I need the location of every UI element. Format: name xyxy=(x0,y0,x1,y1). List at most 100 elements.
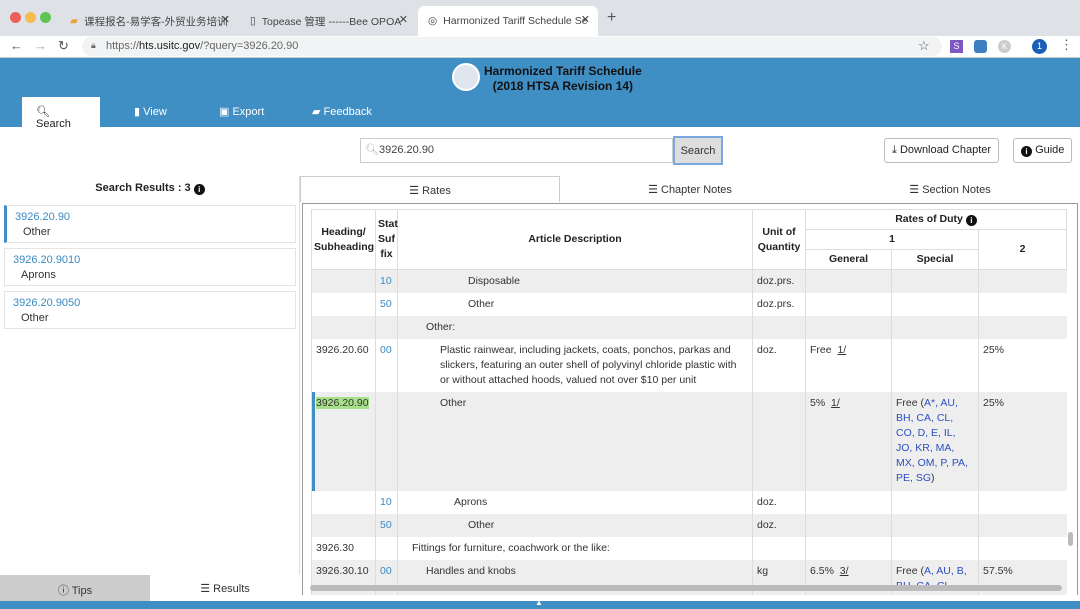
search-button[interactable]: Search xyxy=(673,136,723,165)
reload-icon[interactable]: ↻ xyxy=(58,38,69,54)
stat-suffix-cell[interactable]: 10 xyxy=(375,269,398,293)
heading-cell xyxy=(311,491,376,514)
browser-tab[interactable]: ▯ Topease 管理 ------Bee OPOA ✕ xyxy=(240,6,416,36)
stat-suffix-cell[interactable] xyxy=(375,392,398,491)
download-chapter-button[interactable]: ⤓ Download Chapter xyxy=(884,138,1000,163)
description-cell: Disposable xyxy=(397,269,753,293)
horizontal-scrollbar[interactable] xyxy=(310,585,1062,591)
maximize-window-button[interactable] xyxy=(40,12,51,23)
col-1: 1 xyxy=(805,229,979,250)
description-cell: Fittings for furniture, coachwork or the… xyxy=(397,537,753,560)
stat-suffix-cell[interactable]: 10 xyxy=(375,491,398,514)
col-2: 2 xyxy=(977,229,1068,270)
minimize-window-button[interactable] xyxy=(25,12,36,23)
footnote-link[interactable]: 3/ xyxy=(840,565,849,577)
extension-s-icon[interactable]: S xyxy=(950,40,963,53)
general-rate-cell xyxy=(805,269,892,293)
table-row: 50 Other doz. xyxy=(311,514,1067,537)
description-cell: Other: xyxy=(397,316,753,339)
browser-tab[interactable]: ▰ 课程报名-易学客-外贸业务培训 ✕ xyxy=(60,6,238,36)
stat-suffix-cell[interactable] xyxy=(375,537,398,560)
unit-cell: doz.prs. xyxy=(752,293,806,316)
search-input[interactable]: 🔍︎ 3926.20.90 xyxy=(360,138,673,163)
heading-cell xyxy=(311,293,376,316)
col-heading: Heading/ Subheading xyxy=(311,209,376,270)
unit-cell xyxy=(752,537,806,560)
menu-icon[interactable]: ⋮ xyxy=(1060,37,1073,53)
stat-suffix-cell[interactable]: 50 xyxy=(375,293,398,316)
info-icon[interactable]: i xyxy=(965,215,977,226)
extension-icon[interactable] xyxy=(974,40,987,53)
download-icon: ⤓ xyxy=(892,144,897,156)
align-icon: ☰ xyxy=(409,185,420,197)
stat-suffix-cell[interactable] xyxy=(375,316,398,339)
table-row: 3926.20.90 Other 5% 1/Free (A*, AU, BH, CA… xyxy=(311,392,1067,491)
expand-up-icon[interactable]: ▲ xyxy=(535,598,543,607)
description-cell: Other xyxy=(397,514,753,537)
column-2-rate-cell: 25% xyxy=(977,392,1067,491)
tips-tab[interactable]: ⓘ Tips xyxy=(0,575,150,601)
nav-view[interactable]: ▮ View xyxy=(120,97,181,127)
tab-rates[interactable]: ☰ Rates xyxy=(300,176,560,202)
close-tab-icon[interactable]: ✕ xyxy=(221,13,230,26)
usitc-seal-logo xyxy=(452,63,480,91)
align-icon: ☰ xyxy=(909,184,920,196)
stat-suffix-cell[interactable]: 50 xyxy=(375,514,398,537)
url-field[interactable]: 🔒︎ https://hts.usitc.gov/?query=3926.20.9… xyxy=(82,37,942,56)
tab-chapter-notes[interactable]: ☰ Chapter Notes xyxy=(560,176,820,202)
table-row: 3926.30 Fittings for furniture, coachwork… xyxy=(311,537,1067,560)
bookmark-star-icon[interactable]: ☆ xyxy=(918,38,930,54)
special-rate-cell xyxy=(891,537,979,560)
special-program-links[interactable]: A*, AU, BH, CA, CL, CO, D, E, IL, JO, KR… xyxy=(896,397,968,484)
results-tab[interactable]: ☰ Results xyxy=(150,575,300,601)
stat-suffix-cell[interactable]: 00 xyxy=(375,339,398,392)
new-tab-icon[interactable]: + xyxy=(607,9,616,27)
close-tab-icon[interactable]: ✕ xyxy=(581,13,590,26)
footnote-link[interactable]: 1/ xyxy=(837,344,846,356)
vertical-scrollbar[interactable] xyxy=(1068,532,1073,546)
document-icon: ▯ xyxy=(250,15,256,27)
file-icon: ▮ xyxy=(134,106,141,118)
info-circle-icon: ⓘ xyxy=(57,585,69,597)
column-2-rate-cell: 25% xyxy=(977,339,1067,392)
nav-feedback[interactable]: ▰ Feedback xyxy=(298,97,386,127)
search-results-heading: Search Results : 3 i xyxy=(0,182,300,195)
unit-cell xyxy=(752,316,806,339)
search-result-item[interactable]: 3926.20.90 Other xyxy=(4,205,296,243)
special-rate-cell xyxy=(891,316,979,339)
list-icon: ☰ xyxy=(200,583,211,595)
special-rate-cell xyxy=(891,491,979,514)
col-general: General xyxy=(805,249,892,270)
unit-cell: doz. xyxy=(752,491,806,514)
table-row: 10 Aprons doz. xyxy=(311,491,1067,514)
info-icon[interactable]: i xyxy=(193,184,205,195)
extension-k-icon[interactable]: K xyxy=(998,40,1011,53)
close-window-button[interactable] xyxy=(10,12,21,23)
rates-table-container: Heading/ Subheading Stat Suf fix Article D… xyxy=(302,203,1078,595)
nav-search[interactable]: 🔍︎ Search xyxy=(22,97,100,130)
comments-icon: ▰ xyxy=(312,106,321,118)
column-2-rate-cell xyxy=(977,316,1067,339)
back-icon[interactable]: ← xyxy=(10,38,23,53)
col-unit: Unit of Quantity xyxy=(752,209,806,270)
folder-icon: ▰ xyxy=(70,15,79,27)
close-tab-icon[interactable]: ✕ xyxy=(399,13,408,26)
unit-cell xyxy=(752,392,806,491)
heading-cell xyxy=(311,514,376,537)
forward-icon[interactable]: → xyxy=(34,38,47,53)
guide-button[interactable]: i Guide xyxy=(1013,138,1073,163)
search-result-item[interactable]: 3926.20.9010 Aprons xyxy=(4,248,296,286)
hts-favicon-icon: ◎ xyxy=(428,15,438,27)
profile-avatar[interactable]: 1 xyxy=(1032,39,1047,54)
column-2-rate-cell xyxy=(977,514,1067,537)
nav-export[interactable]: ▣ Export xyxy=(205,97,278,127)
tab-section-notes[interactable]: ☰ Section Notes xyxy=(820,176,1080,202)
footnote-link[interactable]: 1/ xyxy=(831,397,840,409)
lock-icon: 🔒︎ xyxy=(91,40,96,50)
heading-cell xyxy=(311,316,376,339)
browser-tab-active[interactable]: ◎ Harmonized Tariff Schedule Se ✕ xyxy=(418,6,598,36)
search-result-item[interactable]: 3926.20.9050 Other xyxy=(4,291,296,329)
general-rate-cell xyxy=(805,537,892,560)
special-rate-cell xyxy=(891,339,979,392)
column-2-rate-cell xyxy=(977,269,1067,293)
